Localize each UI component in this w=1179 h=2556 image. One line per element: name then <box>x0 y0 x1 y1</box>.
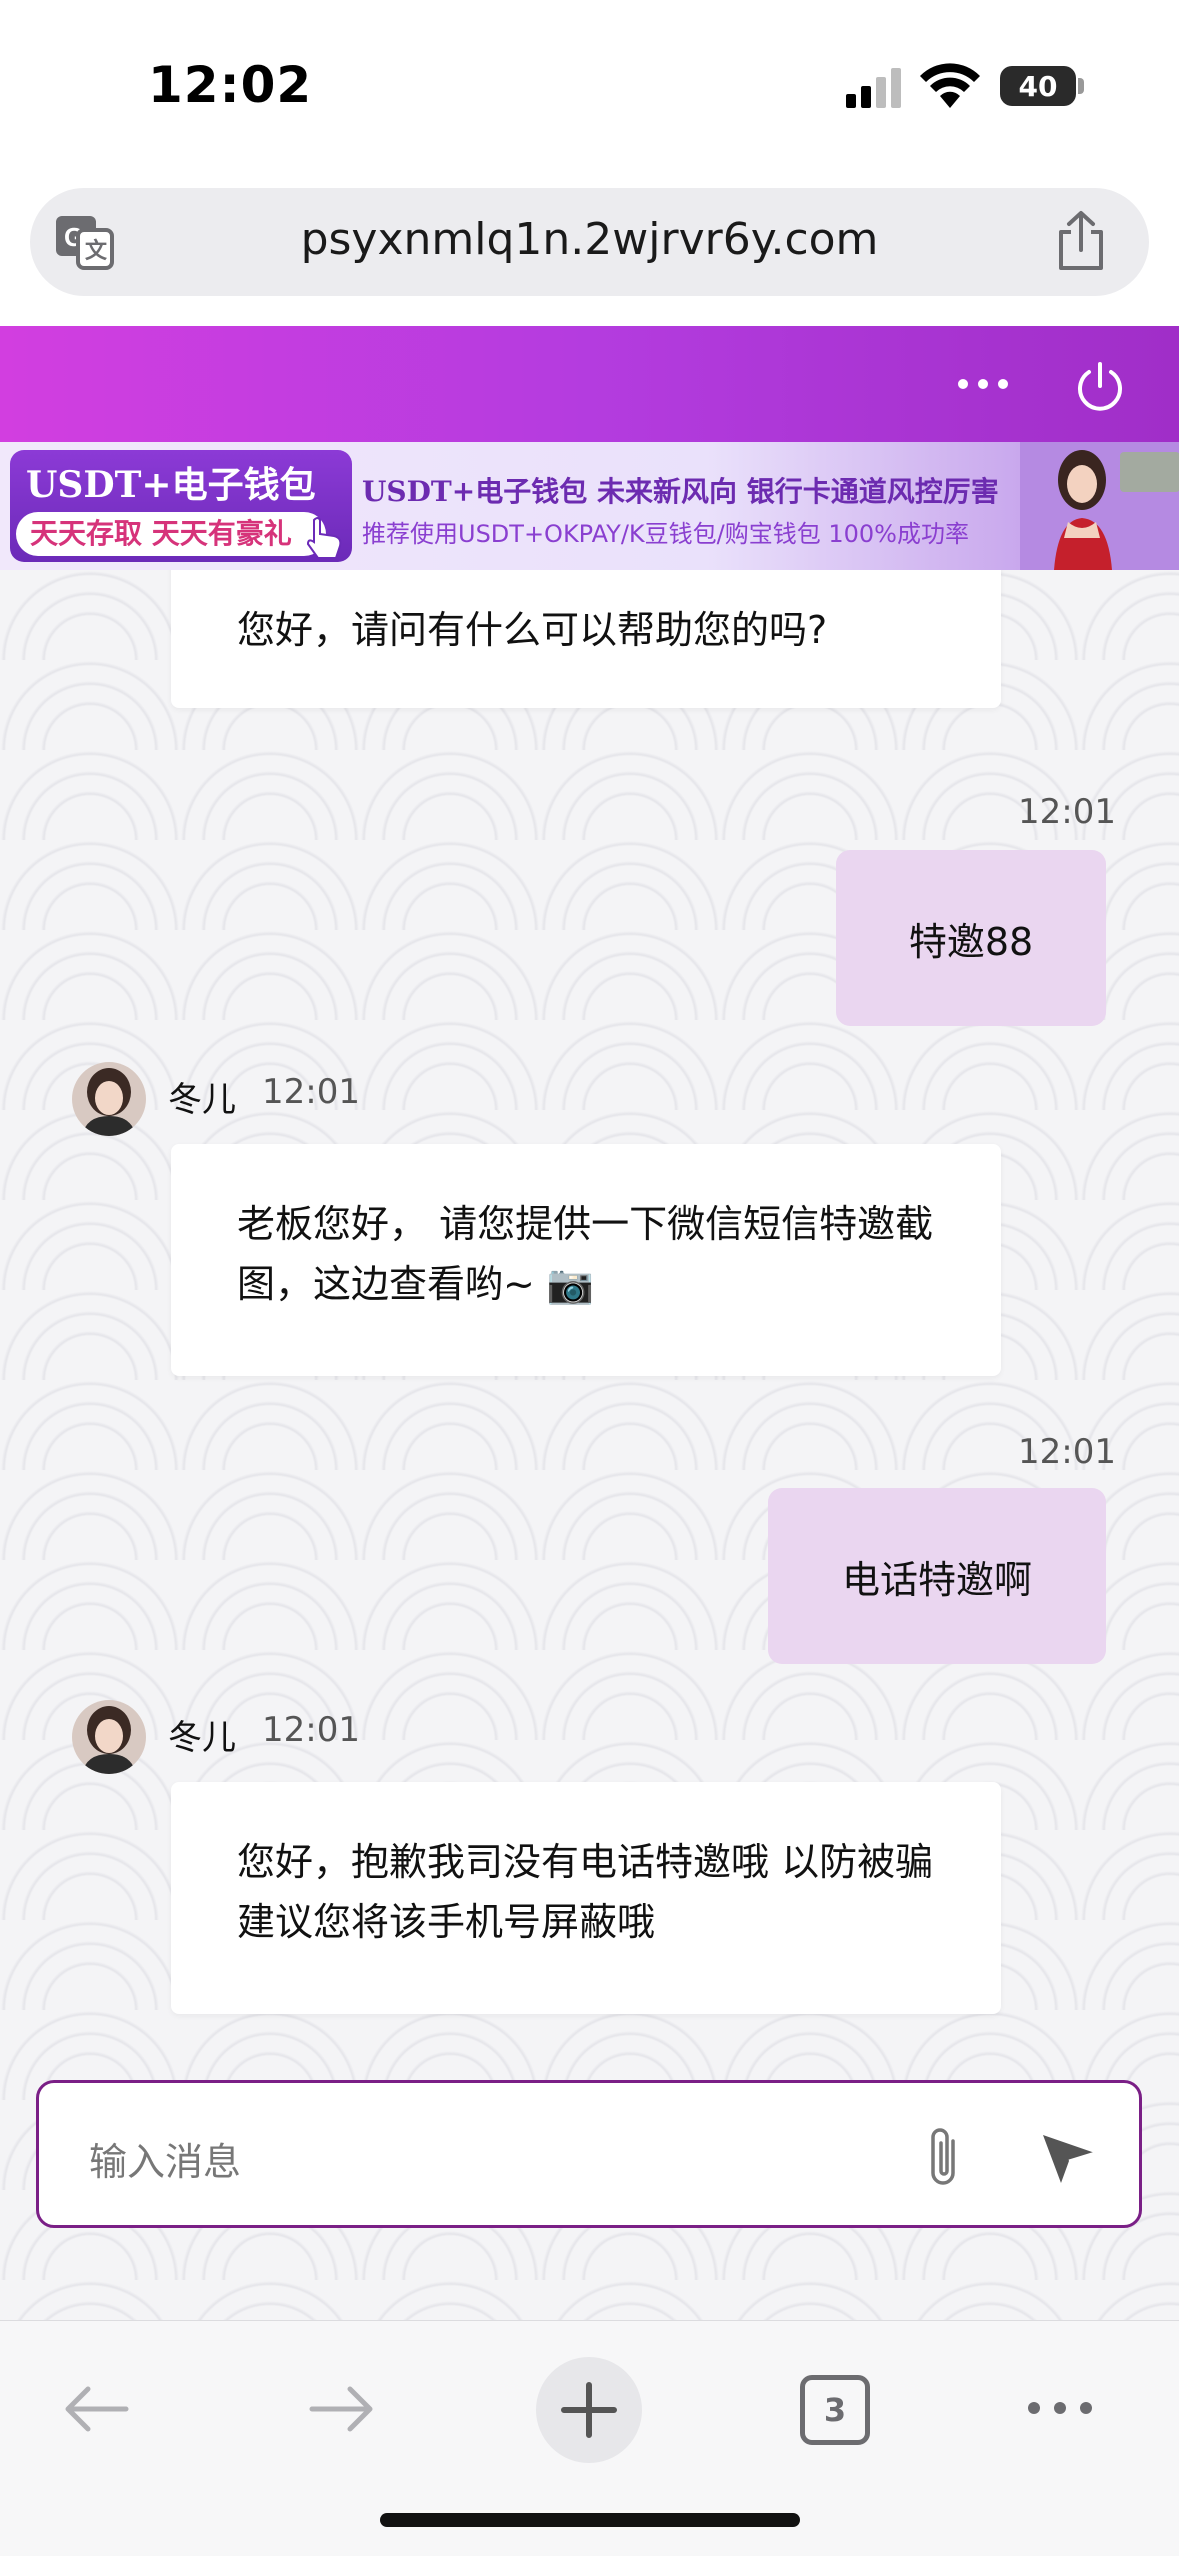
more-icon[interactable] <box>955 370 1011 398</box>
agent-name: 冬儿 <box>168 1080 236 1120</box>
agent-avatar[interactable] <box>72 1062 146 1136</box>
message-text: 老板您好， 请您提供一下微信短信特邀截图，这边查看哟~ 📷 <box>237 1202 934 1306</box>
cellular-signal-icon <box>846 68 901 108</box>
message-text: 特邀88 <box>908 919 1034 964</box>
paperclip-icon[interactable] <box>921 2123 967 2189</box>
message-text: 您好，抱歉我司没有电话特邀哦 以防被骗 建议您将该手机号屏蔽哦 <box>237 1840 934 1944</box>
page: 12:02 40 G 文 psyxnmlq1n.2wjrvr6y.com USD… <box>0 0 1179 2556</box>
message-composer[interactable]: 输入消息 <box>36 2080 1142 2228</box>
chat-header <box>0 326 1179 442</box>
message-text: 您好，请问有什么可以帮助您的吗? <box>237 608 828 652</box>
more-dots-icon[interactable] <box>1024 2395 1096 2421</box>
battery-tip <box>1078 78 1084 94</box>
agent-name: 冬儿 <box>168 1718 236 1758</box>
banner-line-2: 推荐使用USDT+OKPAY/K豆钱包/购宝钱包 100%成功率 <box>362 520 969 548</box>
agent-message-bubble: 您好，请问有什么可以帮助您的吗? <box>171 570 1001 708</box>
banner-badge: USDT+电子钱包 天天存取 天天有豪礼 <box>10 450 352 562</box>
plus-icon <box>561 2382 617 2438</box>
message-text: 电话特邀啊 <box>841 1557 1032 1602</box>
message-input[interactable]: 输入消息 <box>89 2131 241 2186</box>
promo-banner[interactable]: USDT+电子钱包 天天存取 天天有豪礼 USDT+电子钱包 未来新风向 银行卡… <box>0 442 1179 570</box>
status-time: 12:02 <box>148 56 313 114</box>
banner-line-1: USDT+电子钱包 未来新风向 银行卡通道风控厉害 <box>362 475 999 508</box>
translate-icon[interactable]: G 文 <box>54 214 114 270</box>
message-timestamp: 12:01 <box>1018 792 1116 832</box>
my-message-bubble: 电话特邀啊 <box>768 1488 1106 1664</box>
banner-badge-subtitle: 天天存取 天天有豪礼 <box>16 512 326 556</box>
back-arrow-icon[interactable] <box>60 2381 132 2437</box>
address-bar[interactable]: G 文 psyxnmlq1n.2wjrvr6y.com <box>30 188 1149 296</box>
my-message-bubble: 特邀88 <box>836 850 1106 1026</box>
url-text[interactable]: psyxnmlq1n.2wjrvr6y.com <box>140 214 1039 265</box>
power-icon[interactable] <box>1074 360 1126 412</box>
message-timestamp: 12:01 <box>1018 1432 1116 1472</box>
new-tab-button[interactable] <box>536 2357 642 2463</box>
browser-toolbar: 3 <box>0 2320 1179 2556</box>
avatar-image <box>72 1700 146 1774</box>
share-icon[interactable] <box>1053 210 1109 272</box>
banner-model-image <box>1020 442 1179 570</box>
home-indicator <box>380 2513 800 2527</box>
agent-message-bubble: 老板您好， 请您提供一下微信短信特邀截图，这边查看哟~ 📷 <box>171 1144 1001 1376</box>
chat-message-list[interactable]: 您好，请问有什么可以帮助您的吗? 12:01 特邀88 冬儿 12:01 老板您… <box>0 570 1179 2320</box>
status-bar: 12:02 40 <box>0 0 1179 170</box>
message-timestamp: 12:01 <box>262 1710 360 1750</box>
banner-badge-title: USDT+电子钱包 <box>26 464 316 506</box>
svg-text:文: 文 <box>85 238 108 264</box>
battery-indicator: 40 <box>1000 66 1076 106</box>
message-timestamp: 12:01 <box>262 1072 360 1112</box>
avatar-image <box>72 1062 146 1136</box>
agent-avatar[interactable] <box>72 1700 146 1774</box>
wifi-icon <box>920 63 980 108</box>
tabs-button[interactable]: 3 <box>800 2375 870 2445</box>
send-icon[interactable] <box>1039 2127 1099 2187</box>
pointer-hand-icon <box>306 517 342 559</box>
forward-arrow-icon[interactable] <box>306 2381 378 2437</box>
agent-message-bubble: 您好，抱歉我司没有电话特邀哦 以防被骗 建议您将该手机号屏蔽哦 <box>171 1782 1001 2014</box>
